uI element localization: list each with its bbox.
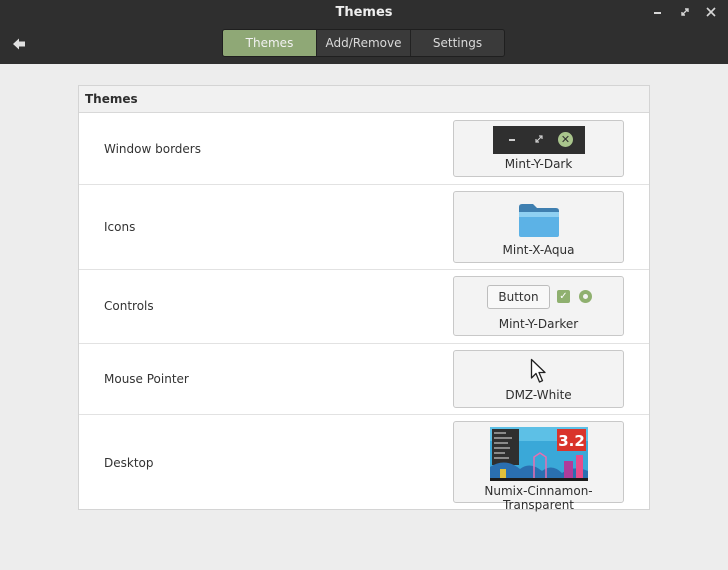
tab-settings[interactable]: Settings: [411, 30, 504, 56]
theme-name: Mint-Y-Darker: [498, 317, 579, 331]
row-desktop: Desktop 3.2 Numix-Cinnamon-Transparent: [79, 415, 649, 512]
theme-name: Numix-Cinnamon-Transparent: [484, 484, 593, 512]
preview-close-icon: ✕: [558, 132, 573, 147]
desktop-preview-badge: 3.2: [558, 432, 585, 450]
preview-maximize-icon: [534, 134, 544, 144]
theme-name: Mint-Y-Dark: [504, 157, 573, 171]
preview-radio-icon: [579, 290, 592, 303]
icons-chooser[interactable]: Mint-X-Aqua: [453, 191, 624, 263]
desktop-chooser[interactable]: 3.2 Numix-Cinnamon-Transparent: [453, 421, 624, 512]
theme-name: Mint-X-Aqua: [502, 243, 575, 257]
tab-themes[interactable]: Themes: [223, 30, 317, 56]
row-window-borders: Window borders ✕ Mint-Y-Dark: [79, 114, 649, 185]
window-borders-chooser[interactable]: ✕ Mint-Y-Dark: [453, 120, 624, 177]
pointer-arrow-icon: [530, 358, 546, 383]
row-label: Window borders: [104, 142, 201, 156]
close-button[interactable]: [703, 4, 719, 20]
back-arrow-icon: [13, 38, 25, 50]
minimize-button[interactable]: [650, 4, 666, 20]
minimize-icon: [654, 12, 661, 14]
window-borders-preview: ✕: [493, 126, 585, 154]
section-title: Themes: [79, 86, 649, 113]
back-button[interactable]: [12, 36, 26, 50]
header-bar: Themes Themes Add/Remove Settings: [0, 0, 728, 64]
preview-button: Button: [487, 285, 550, 309]
row-label: Icons: [104, 220, 136, 234]
tab-add-remove[interactable]: Add/Remove: [317, 30, 411, 56]
view-switcher: Themes Add/Remove Settings: [222, 29, 505, 57]
row-controls: Controls Button ✓ Mint-Y-Darker: [79, 270, 649, 344]
maximize-icon: [681, 8, 689, 16]
row-label: Controls: [104, 299, 154, 313]
controls-chooser[interactable]: Button ✓ Mint-Y-Darker: [453, 276, 624, 336]
row-icons: Icons Mint-X-Aqua: [79, 185, 649, 270]
preview-minimize-icon: [509, 139, 515, 141]
themes-panel: Themes Window borders ✕ Mint-Y-Dark Icon…: [78, 85, 650, 512]
preview-checkbox-icon: ✓: [557, 290, 570, 303]
theme-name: DMZ-White: [505, 388, 572, 402]
mouse-pointer-chooser[interactable]: DMZ-White: [453, 350, 624, 408]
close-icon: [706, 7, 716, 17]
row-label: Mouse Pointer: [104, 372, 189, 386]
window-title: Themes: [335, 5, 393, 20]
folder-icon: [519, 204, 559, 237]
row-mouse-pointer: Mouse Pointer DMZ-White: [79, 344, 649, 415]
maximize-button[interactable]: [677, 4, 693, 20]
row-label: Desktop: [104, 456, 154, 470]
